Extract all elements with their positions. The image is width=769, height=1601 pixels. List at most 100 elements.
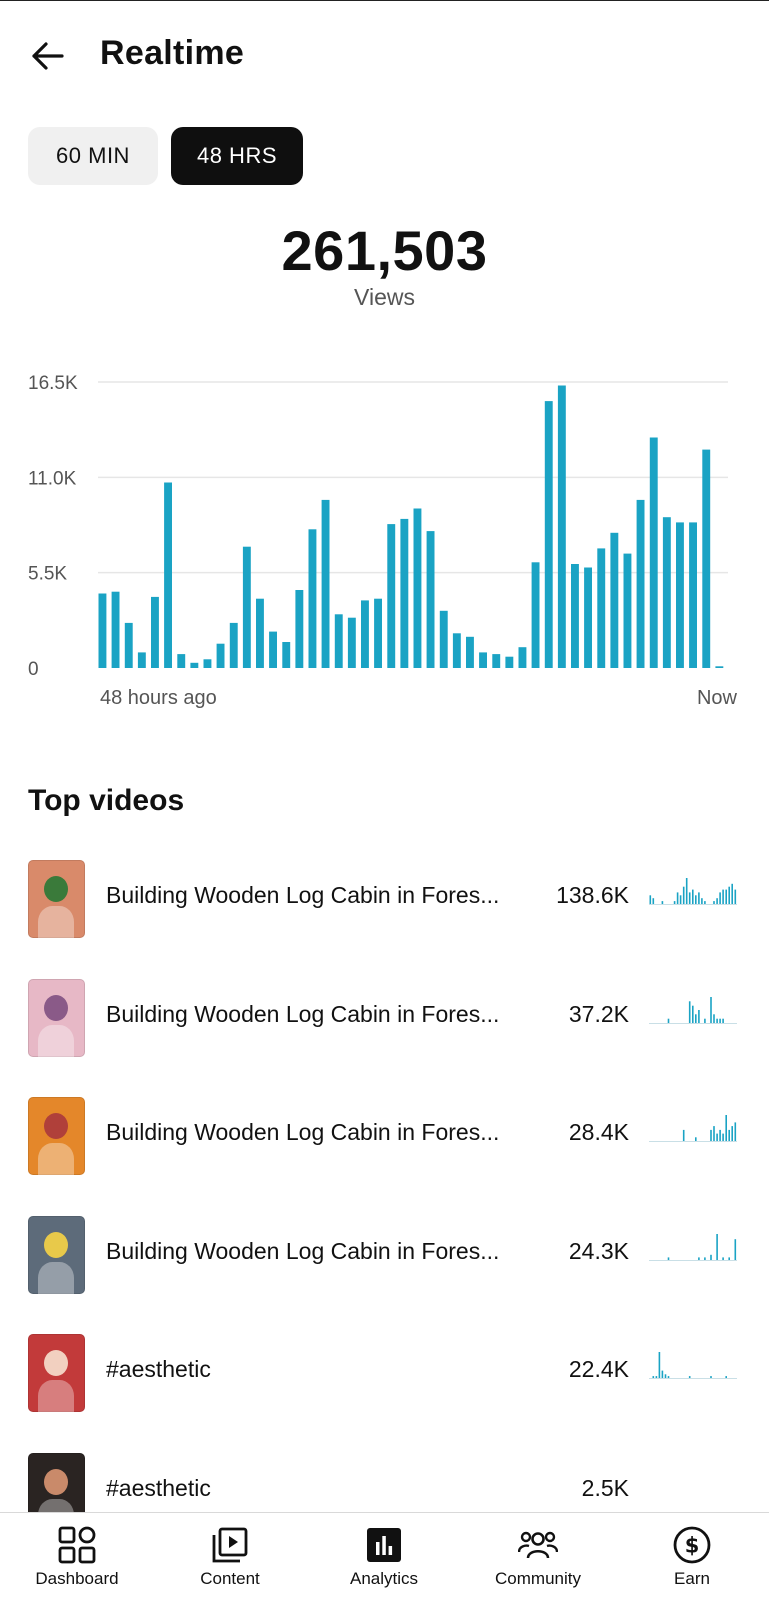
sparkline-bar [704,901,706,904]
video-row[interactable]: #aesthetic 2.5K [0,1451,769,1514]
range-48-hrs-button[interactable]: 48 HRS [171,127,303,185]
video-row[interactable]: Building Wooden Log Cabin in Fores... 28.… [0,1095,769,1175]
chart-bar [571,564,579,668]
dashboard-icon [58,1526,96,1564]
nav-label-analytics: Analytics [349,1569,419,1588]
video-thumbnail [28,1452,85,1514]
video-title: Building Wooden Log Cabin in Fores... [106,1237,500,1264]
chart-bar [216,643,225,668]
arrow-left-icon [32,42,64,70]
y-tick-label: 11.0K [28,468,77,489]
video-views: 24.3K [568,1237,629,1264]
sparkline-bar [682,1129,685,1141]
video-row[interactable]: #aesthetic 22.4K [0,1332,769,1412]
sparkline-bar [734,1238,737,1260]
chart-bar [689,522,697,668]
content-icon [212,1527,248,1563]
chart-bar [124,622,133,668]
chart-bar [649,437,658,668]
views-total: 261,503 [281,219,488,282]
chart-bar [479,652,487,668]
sparkline-bar [667,1256,670,1260]
chart-bar [387,524,396,668]
chart-bar [334,614,343,668]
chart-bar [269,631,277,668]
sparkline-bar [695,1013,697,1023]
thumbnail-figure-body [38,906,74,938]
chart-bar [466,636,474,668]
nav-item-dashboard[interactable]: Dashboard [2,1513,152,1601]
sparkline-bar [652,1376,655,1378]
sparkline-bar [698,1256,700,1260]
sparkline-bar [722,889,724,904]
back-button[interactable] [26,36,74,76]
sparkline-bar [719,892,721,904]
sparkline-bar [692,1005,694,1023]
chart-bar [190,662,199,668]
range-60-min-button[interactable]: 60 MIN [28,127,158,185]
chart-bar [702,449,711,668]
nav-label-content: Content [200,1569,260,1588]
thumbnail-figure [44,994,68,1021]
nav-item-content[interactable]: Content [155,1513,305,1601]
video-views: 2.5K [581,1474,629,1501]
sparkline-bar [649,895,652,904]
chart-bar [557,385,566,668]
chart-bar [518,647,527,668]
video-views: 22.4K [568,1356,629,1382]
chart-bar [715,666,724,668]
chart-bar [505,656,514,668]
sparkline-bar [725,1376,727,1378]
chart-bar [164,482,172,668]
chart-bar [347,617,356,668]
video-row[interactable]: Building Wooden Log Cabin in Fores... 37.… [0,977,769,1057]
video-title: #aesthetic [106,1474,211,1501]
sparkline-bar [719,1018,721,1023]
nav-item-community[interactable]: Community [463,1513,613,1601]
video-views: 28.4K [568,1119,629,1145]
sparkline-bar [698,892,700,904]
video-thumbnail [28,978,85,1057]
chart-bar [242,546,251,668]
video-title: Building Wooden Log Cabin in Fores... [106,882,500,908]
chart-bar [256,598,264,668]
video-thumbnail [28,860,85,938]
video-row[interactable]: Building Wooden Log Cabin in Fores... 24.… [0,1214,769,1294]
thumbnail-figure [44,1113,68,1139]
video-views: 138.6K [556,882,629,908]
chart-bar [203,659,212,668]
nav-item-analytics[interactable]: Analytics [309,1513,459,1601]
sparkline-bar [676,892,679,904]
sparkline-bar [661,1370,664,1378]
sparkline-bar [710,1129,712,1141]
views-bar-chart: 16.5K 11.0K 5.5K 0 48 hours ago Now [28,373,738,709]
analytics-icon [367,1528,401,1562]
chart-bar [452,633,461,668]
video-thumbnail [28,1334,85,1412]
video-title: Building Wooden Log Cabin in Fores... [106,1119,500,1145]
chart-bar [426,531,435,668]
sparkline-bar [685,878,688,904]
y-tick-label: 5.5K [28,564,67,585]
sparkline-bar [688,1000,691,1023]
sparkline-bar [725,889,727,904]
chart-bar [111,591,120,668]
sparkline-bar [695,1137,697,1141]
sparkline-bar [664,1374,667,1378]
x-end-label: Now [697,687,738,709]
video-sparkline [649,878,737,905]
video-sparkline [649,1115,737,1142]
chart-bar [676,522,684,668]
thumbnail-figure [44,1468,68,1495]
chart-bar [623,553,632,668]
sparkline-bar [692,889,694,904]
thumbnail-figure-body [38,1380,74,1412]
sparkline-bar [695,895,697,904]
sparkline-bar [734,1122,737,1141]
nav-item-earn[interactable]: $ Earn [617,1513,767,1601]
chart-bar [137,652,146,668]
sparkline-bar [722,1133,724,1141]
thumbnail-figure-body [38,1024,74,1057]
chart-bar [308,529,317,668]
video-row[interactable]: Building Wooden Log Cabin in Fores... 138… [0,858,769,938]
